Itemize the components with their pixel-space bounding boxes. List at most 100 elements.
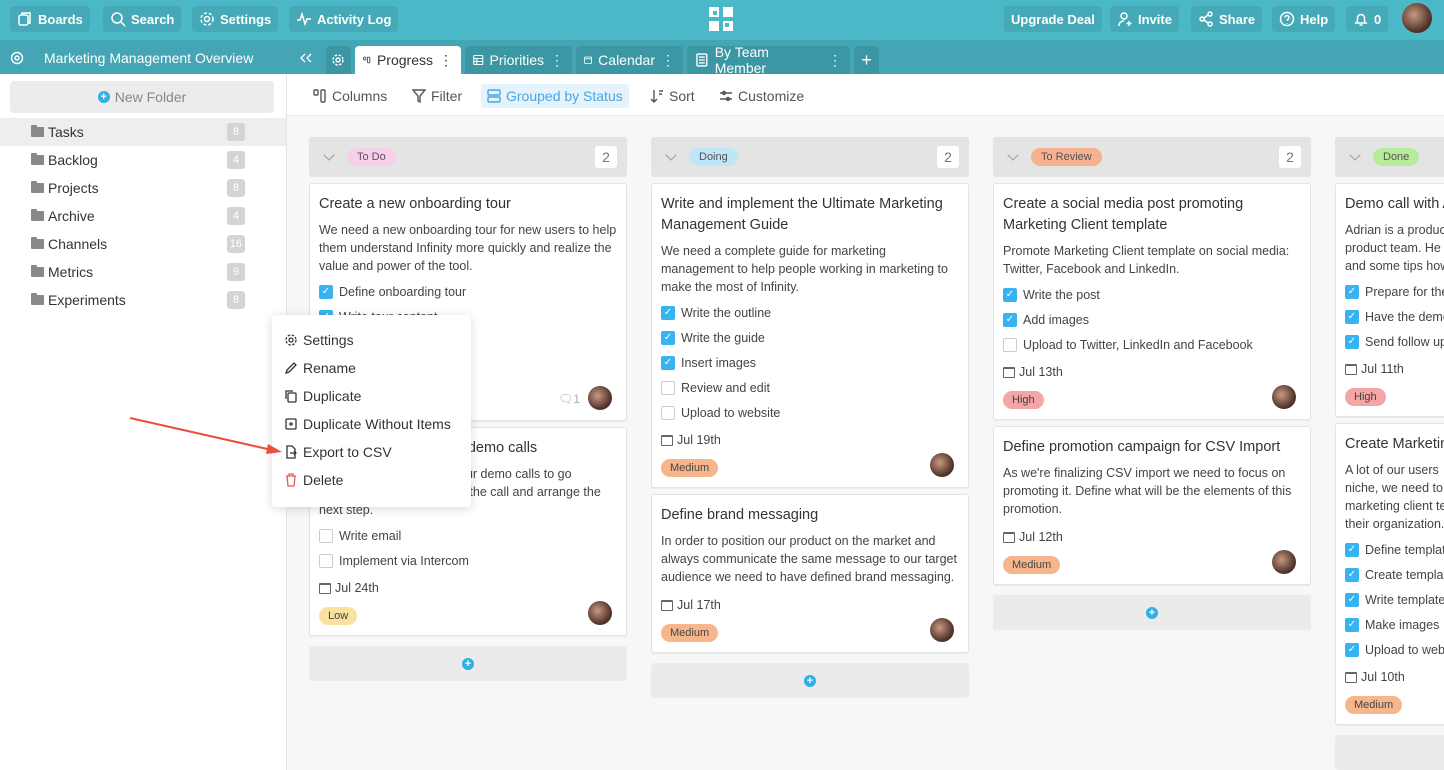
customize-button[interactable]: Customize [713,84,810,108]
menu-item-duplicate[interactable]: Duplicate [272,382,471,410]
checklist-item: Write email [319,523,617,548]
upgrade-deal-button[interactable]: Upgrade Deal [1004,6,1102,32]
checkbox[interactable]: ✓ [661,305,675,320]
checkbox[interactable] [1003,337,1017,352]
checkbox[interactable]: ✓ [1345,334,1359,349]
board-settings-tab[interactable] [326,46,351,74]
chevron-down-icon[interactable] [1007,149,1019,161]
card-description: A lot of our users [1345,463,1439,477]
checkbox[interactable] [319,553,333,568]
assignee-avatar[interactable] [1272,550,1296,574]
priority-badge: Medium [1345,696,1403,714]
group-by-button[interactable]: Grouped by Status [481,84,629,108]
activity-log-button[interactable]: Activity Log [289,6,399,32]
checkbox[interactable]: ✓ [1345,592,1359,607]
sidebar-item-projects[interactable]: Projects 8 [0,174,286,202]
assignee-avatar[interactable] [588,601,612,625]
app-logo[interactable] [707,5,737,35]
checkbox[interactable]: ✓ [1345,642,1359,657]
collapse-sidebar-icon[interactable] [299,52,313,64]
eye-icon[interactable] [10,51,24,65]
task-card[interactable]: Write and implement the Ultimate Marketi… [651,183,969,488]
sidebar-item-label: Backlog [48,152,98,168]
menu-item-settings[interactable]: Settings [272,326,471,354]
checkbox[interactable]: ✓ [1345,309,1359,324]
card-title: Write and implement the Ultimate Marketi… [661,196,943,233]
boards-icon [18,12,31,26]
sidebar-item-experiments[interactable]: Experiments 8 [0,286,286,314]
menu-item-label: Export to CSV [303,444,392,460]
task-card[interactable]: Create Marketin A lot of our users niche, … [1335,423,1444,725]
chevron-down-icon[interactable] [665,149,677,161]
assignee-avatar[interactable] [930,453,954,477]
task-card[interactable]: Define brand messaging In order to positi… [651,494,969,653]
notifications-button[interactable]: 0 [1346,6,1389,32]
sidebar-item-metrics[interactable]: Metrics 9 [0,258,286,286]
task-card[interactable]: Define promotion campaign for CSV Import… [993,426,1311,585]
assignee-avatar[interactable] [930,618,954,642]
checkbox[interactable] [661,405,675,420]
share-button[interactable]: Share [1191,6,1263,32]
chevron-down-icon[interactable] [323,149,335,161]
search-button[interactable]: Search [103,6,182,32]
menu-item-export-to-csv[interactable]: Export to CSV [272,438,471,466]
checkbox[interactable]: ✓ [661,330,675,345]
add-card-button[interactable]: + [993,595,1311,630]
sidebar-item-backlog[interactable]: Backlog 4 [0,146,286,174]
add-card-button[interactable]: + [651,663,969,698]
checklist-label: Write the outline [681,305,772,320]
checkbox[interactable]: ✓ [319,284,333,299]
new-folder-button[interactable]: + New Folder [10,81,274,113]
settings-label: Settings [220,11,272,27]
column-count: 2 [595,146,617,168]
menu-item-duplicate-without-items[interactable]: Duplicate Without Items [272,410,471,438]
checkbox[interactable]: ✓ [1345,284,1359,299]
tab-menu-icon[interactable]: ⋮ [828,52,842,69]
boards-button[interactable]: Boards [10,6,90,32]
sidebar-item-tasks[interactable]: Tasks 8 [0,118,286,146]
menu-item-rename[interactable]: Rename [272,354,471,382]
calendar-icon [661,599,673,611]
menu-item-label: Delete [303,472,344,488]
sidebar-item-archive[interactable]: Archive 4 [0,202,286,230]
task-card[interactable]: Demo call with A Adrian is a produc produc… [1335,183,1444,417]
add-view-button[interactable]: + [854,46,879,74]
checkbox[interactable]: ✓ [661,355,675,370]
folder-icon [31,153,44,165]
sidebar-item-channels[interactable]: Channels 16 [0,230,286,258]
tab-menu-icon[interactable]: ⋮ [661,52,675,69]
checkbox[interactable]: ✓ [1345,567,1359,582]
checkbox[interactable]: ✓ [1345,542,1359,557]
tab-by-team-member[interactable]: By Team Member ⋮ [687,44,850,76]
checkbox[interactable] [661,380,675,395]
group-by-label: Grouped by Status [506,88,623,104]
chevron-down-icon[interactable] [1349,149,1361,161]
add-card-button[interactable]: + [1335,735,1444,770]
tab-priorities[interactable]: Priorities ⋮ [465,46,572,74]
add-card-button[interactable]: + [309,646,627,681]
tab-menu-icon[interactable]: ⋮ [439,52,453,69]
invite-button[interactable]: Invite [1110,6,1179,32]
user-avatar[interactable] [1402,3,1432,33]
tab-menu-icon[interactable]: ⋮ [550,52,564,69]
tab-progress[interactable]: Progress ⋮ [355,46,461,74]
help-button[interactable]: Help [1272,6,1336,32]
filter-button[interactable]: Filter [406,84,468,108]
assignee-avatar[interactable] [588,386,612,410]
columns-button[interactable]: Columns [307,84,393,108]
copy-plus-icon [285,418,297,430]
checkbox[interactable]: ✓ [1003,287,1017,302]
checklist-item: Review and edit [661,375,959,400]
settings-button[interactable]: Settings [192,6,279,32]
card-description: product team. He [1345,241,1441,255]
checkbox[interactable]: ✓ [1003,312,1017,327]
checkbox[interactable] [319,528,333,543]
checklist-item: Upload to Twitter, LinkedIn and Facebook [1003,332,1301,357]
task-card[interactable]: Create a social media post promoting Mar… [993,183,1311,420]
due-date-label: Jul 17th [677,598,721,612]
assignee-avatar[interactable] [1272,385,1296,409]
sort-button[interactable]: Sort [644,84,701,108]
checkbox[interactable]: ✓ [1345,617,1359,632]
menu-item-delete[interactable]: Delete [272,466,471,494]
tab-calendar[interactable]: Calendar ⋮ [576,46,683,74]
